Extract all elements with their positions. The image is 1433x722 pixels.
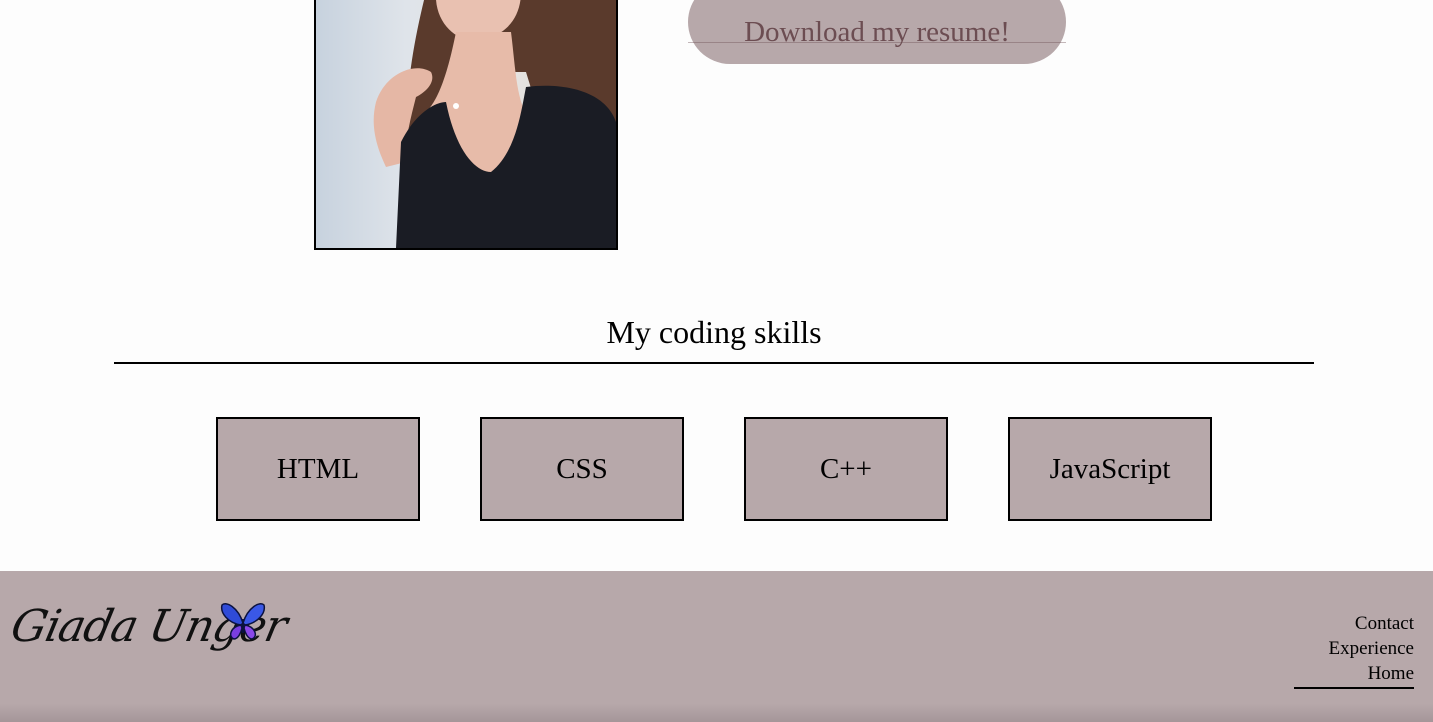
footer-link-home[interactable]: Home <box>1294 661 1414 686</box>
page: Download my resume! My coding skills HTM… <box>0 0 1433 722</box>
footer-nav: Contact Experience Home <box>1294 611 1414 689</box>
footer-shadow <box>0 704 1433 722</box>
download-resume-label: Download my resume! <box>744 15 1010 48</box>
skills-title: My coding skills <box>606 314 822 350</box>
skill-cpp: C++ <box>744 417 948 521</box>
skill-label: HTML <box>276 452 360 485</box>
footer-link-contact[interactable]: Contact <box>1294 611 1414 636</box>
skill-javascript: JavaScript <box>1008 417 1212 521</box>
footer: Giada Unger Contact Experience Home <box>0 571 1433 722</box>
skill-label: JavaScript <box>1049 452 1171 485</box>
skills-divider <box>114 362 1314 364</box>
profile-photo-illustration <box>373 0 616 248</box>
download-resume-button[interactable]: Download my resume! <box>688 0 1066 64</box>
footer-link-experience[interactable]: Experience <box>1294 636 1414 661</box>
skill-css: CSS <box>480 417 684 521</box>
profile-photo <box>314 0 618 250</box>
footer-active-underline <box>1294 687 1414 689</box>
skill-label: CSS <box>556 452 608 485</box>
skill-label: C++ <box>819 452 873 485</box>
skill-html: HTML <box>216 417 420 521</box>
butterfly-icon <box>220 603 266 640</box>
